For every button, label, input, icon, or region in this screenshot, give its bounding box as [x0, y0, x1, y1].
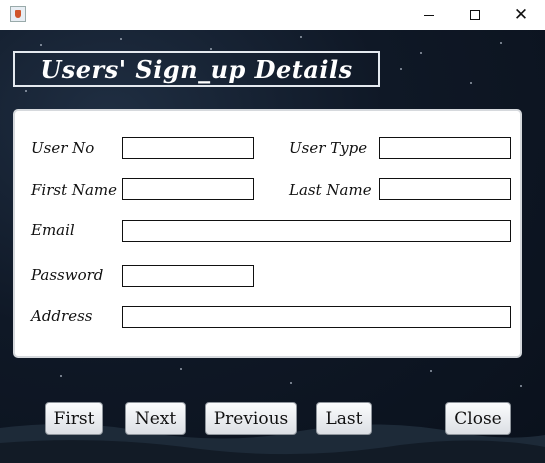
- form-title: Users' Sign_up Details: [13, 51, 380, 87]
- user-type-label: User Type: [289, 139, 368, 157]
- user-no-label: User No: [31, 139, 95, 157]
- last-name-field[interactable]: [379, 178, 511, 200]
- address-field[interactable]: [122, 306, 511, 328]
- maximize-button[interactable]: [452, 0, 498, 30]
- minimize-button[interactable]: [406, 0, 452, 30]
- next-button[interactable]: Next: [125, 402, 186, 435]
- user-no-field[interactable]: [122, 137, 254, 159]
- previous-button[interactable]: Previous: [205, 402, 297, 435]
- minimize-icon: [424, 14, 434, 16]
- email-label: Email: [31, 221, 75, 239]
- first-button[interactable]: First: [45, 402, 103, 435]
- first-name-field[interactable]: [122, 178, 254, 200]
- last-button[interactable]: Last: [316, 402, 372, 435]
- first-name-label: First Name: [31, 181, 118, 199]
- address-label: Address: [31, 307, 93, 325]
- last-name-label: Last Name: [289, 181, 372, 199]
- form-panel: User No User Type First Name Last Name E…: [13, 109, 522, 358]
- window-content: Users' Sign_up Details User No User Type…: [0, 30, 545, 463]
- java-app-icon: [10, 6, 26, 22]
- maximize-icon: [470, 10, 480, 20]
- user-type-field[interactable]: [379, 137, 511, 159]
- email-field[interactable]: [122, 220, 511, 242]
- title-bar: ✕: [0, 0, 545, 30]
- password-field[interactable]: [122, 265, 254, 287]
- password-label: Password: [31, 266, 104, 284]
- close-window-button[interactable]: ✕: [498, 0, 544, 30]
- close-icon: ✕: [513, 5, 529, 25]
- close-button[interactable]: Close: [445, 402, 511, 435]
